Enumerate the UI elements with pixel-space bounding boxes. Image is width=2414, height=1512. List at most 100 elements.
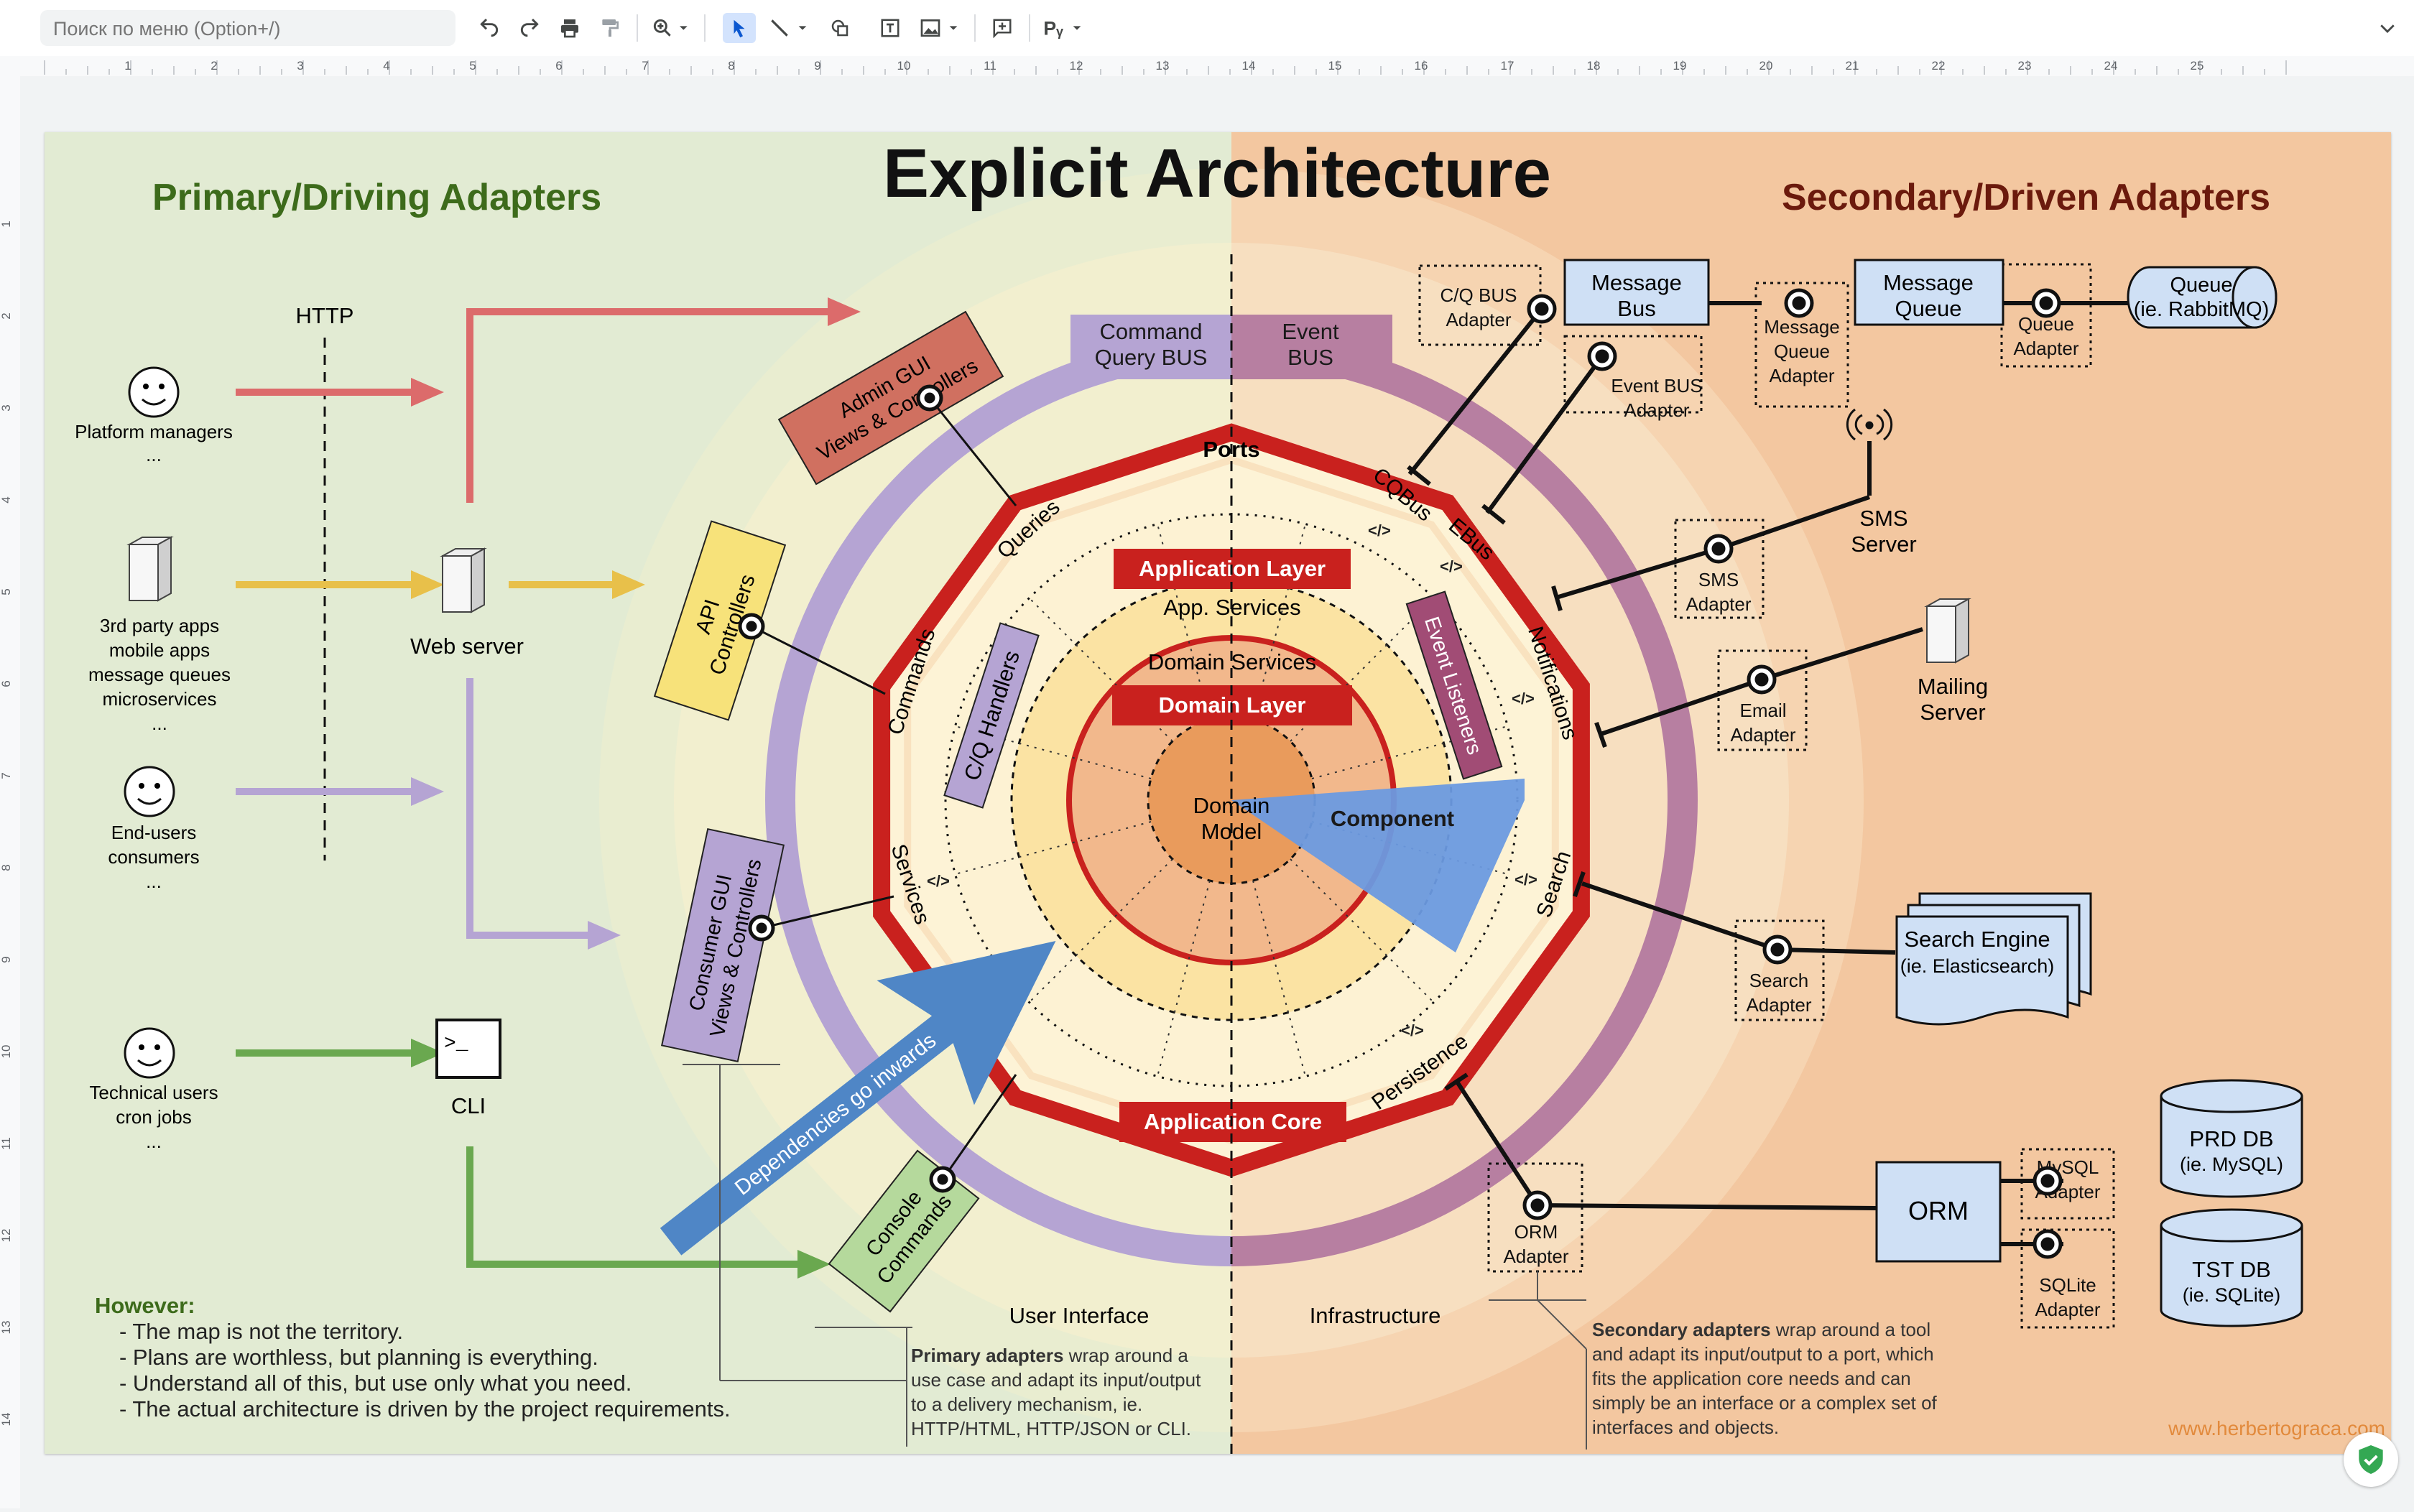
- http-label: HTTP: [296, 303, 354, 328]
- redo-icon[interactable]: [513, 13, 546, 43]
- horizontal-ruler: 1 2 3 4 5 6 7 8 9 10 11 12 13 14 15 16 17 18 19 20 21 22 23 24 2…: [0, 56, 2414, 77]
- application-core-label: Application Core: [1144, 1109, 1322, 1134]
- adapter-socket-icon: [1527, 294, 1557, 324]
- ruler-label: 1: [0, 221, 13, 227]
- shield-icon[interactable]: [2344, 1432, 2398, 1487]
- svg-text:</>: </>: [1512, 690, 1535, 708]
- user-interface-label: User Interface: [1009, 1303, 1150, 1328]
- slide-canvas[interactable]: Command Query BUS Event BUS Component Port…: [45, 132, 2391, 1454]
- domain-model-label: Domain Model: [1193, 793, 1270, 844]
- adapter-socket-icon: [1522, 1190, 1553, 1220]
- adapter-socket-icon: [2033, 1166, 2063, 1196]
- ruler-label: 22: [1932, 59, 1946, 73]
- toolbar-separator: [704, 14, 706, 42]
- smiley-icon: [124, 766, 175, 817]
- ruler-label: 4: [0, 496, 13, 503]
- ruler-label: 17: [1501, 59, 1514, 73]
- svg-text:</>: </>: [1368, 521, 1391, 539]
- cli-prompt: >_: [444, 1033, 468, 1055]
- smiley-icon: [124, 1027, 175, 1079]
- ruler-label: 6: [0, 680, 13, 687]
- ruler-label: 9: [814, 59, 820, 73]
- ruler-label: 8: [728, 59, 734, 73]
- ruler-label: 15: [1328, 59, 1342, 73]
- ruler-label: 12: [0, 1229, 13, 1243]
- primary-adapters-title: Primary/Driving Adapters: [152, 177, 601, 218]
- server-icon: [126, 536, 174, 602]
- comment-icon[interactable]: [986, 13, 1019, 43]
- adapter-socket-icon: [1747, 664, 1777, 695]
- ruler-label: 11: [0, 1137, 13, 1150]
- ruler-label: 25: [2191, 59, 2204, 73]
- svg-text:</>: </>: [927, 872, 950, 890]
- spellcheck-icon[interactable]: Pᵧ: [1039, 13, 1089, 43]
- svg-text:</>: </>: [1440, 557, 1463, 575]
- adapter-socket-icon: [2033, 1229, 2063, 1259]
- ruler-label: 9: [0, 956, 13, 963]
- select-icon[interactable]: [723, 13, 756, 43]
- ruler-label: 24: [2104, 59, 2118, 73]
- ruler-label: 23: [2018, 59, 2032, 73]
- diagram-title: Explicit Architecture: [883, 135, 1551, 212]
- ruler-label: 2: [0, 312, 13, 319]
- ruler-label: 13: [0, 1321, 13, 1335]
- collapse-icon[interactable]: [2371, 13, 2404, 43]
- svg-text:</>: </>: [1514, 871, 1537, 889]
- ruler-label: 13: [1156, 59, 1170, 73]
- undo-icon[interactable]: [473, 13, 506, 43]
- ruler-label: 4: [383, 59, 389, 73]
- svg-text:Pᵧ: Pᵧ: [1043, 17, 1063, 39]
- secondary-adapters-title: Secondary/Driven Adapters: [1782, 177, 2270, 218]
- smiley-icon: [128, 366, 180, 418]
- mailing-server-icon: [1924, 598, 1971, 664]
- ruler-ticks: 1 2 3 4 5 6 7 8 9 10 11 12 13 14 15 16 17 18 19 20 21 22 23 24 2…: [44, 59, 2287, 75]
- ruler-label: 18: [1587, 59, 1601, 73]
- adapter-socket-icon: [1703, 534, 1734, 564]
- command-query-bus-label: Command Query BUS: [1095, 319, 1208, 370]
- web-server-icon: [440, 547, 487, 613]
- ruler-label: 8: [0, 864, 13, 871]
- prd-db-label: PRD DB (ie. MySQL): [2180, 1126, 2283, 1175]
- toolbar-separator: [974, 14, 976, 42]
- toolbar-separator: [1029, 14, 1030, 42]
- ruler-label: 5: [469, 59, 476, 73]
- website-label: www.herbertograca.com: [2168, 1417, 2385, 1439]
- adapter-socket-icon: [2031, 288, 2061, 318]
- zoom-icon[interactable]: [648, 13, 694, 43]
- mailing-server-label: Mailing Server: [1918, 674, 1988, 725]
- ruler-label: 16: [1415, 59, 1428, 73]
- infrastructure-label: Infrastructure: [1310, 1303, 1441, 1328]
- sms-server-label: SMS Server: [1851, 506, 1916, 557]
- line-icon[interactable]: [764, 13, 815, 43]
- ruler-label: 7: [0, 772, 13, 779]
- toolbar: Pᵧ: [0, 0, 2414, 57]
- message-queue-adapter-label: Message Queue Adapter: [1764, 316, 1840, 386]
- architecture-diagram: Command Query BUS Event BUS Component Port…: [45, 132, 2391, 1454]
- ruler-label: 14: [0, 1413, 13, 1427]
- component-label: Component: [1331, 806, 1454, 831]
- cli-label: CLI: [451, 1093, 486, 1118]
- ruler-label: 3: [297, 59, 303, 73]
- image-icon[interactable]: [915, 13, 966, 43]
- print-icon[interactable]: [553, 13, 586, 43]
- ruler-label: 2: [211, 59, 217, 73]
- ruler-label: 7: [642, 59, 648, 73]
- adapter-socket-icon: [1784, 288, 1814, 318]
- event-bus-label: Event BUS: [1282, 319, 1339, 370]
- ruler-label: 11: [984, 59, 996, 73]
- ruler-label: 5: [0, 588, 13, 595]
- menu-search-box[interactable]: [40, 10, 455, 47]
- ruler-label: 10: [897, 59, 911, 73]
- ruler-label: 19: [1673, 59, 1687, 73]
- ruler-label: 14: [1242, 59, 1256, 73]
- menu-search-input[interactable]: [40, 10, 443, 47]
- shape-icon[interactable]: [823, 13, 856, 43]
- text-box-icon[interactable]: [874, 13, 907, 43]
- ruler-ticks: 1234567891011121314: [0, 221, 13, 1427]
- toolbar-separator: [637, 14, 638, 42]
- however-title: However:: [95, 1293, 195, 1318]
- web-server-label: Web server: [410, 634, 524, 659]
- tst-db-label: TST DB (ie. SQLite): [2183, 1257, 2281, 1306]
- paint-format-icon[interactable]: [593, 13, 626, 43]
- ruler-label: 21: [1846, 59, 1859, 73]
